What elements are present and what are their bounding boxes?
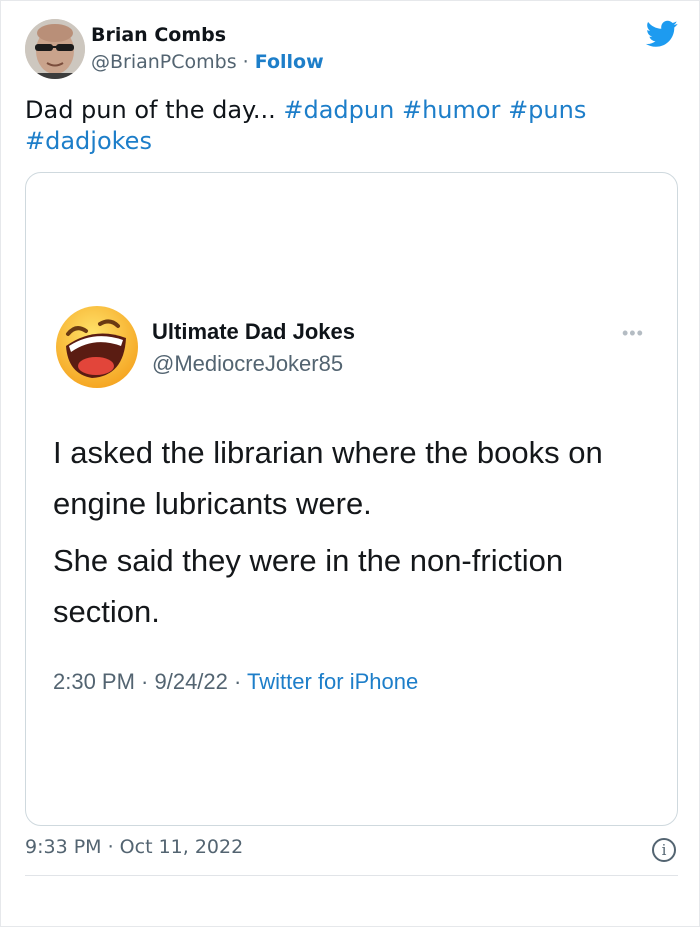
author-avatar[interactable]: [25, 19, 85, 79]
hashtag-dadpun[interactable]: #dadpun: [283, 96, 394, 124]
embedded-tweet-meta: 2:30 PM · 9/24/22 · Twitter for iPhone: [53, 669, 418, 695]
embedded-source: Twitter for iPhone: [247, 669, 419, 694]
info-icon[interactable]: i: [652, 838, 676, 862]
embedded-tweet-image[interactable]: Ultimate Dad Jokes @MediocreJoker85 ••• …: [25, 172, 678, 826]
author-name[interactable]: Brian Combs: [91, 24, 226, 46]
tweet-timestamp[interactable]: 9:33 PM · Oct 11, 2022: [25, 836, 243, 858]
divider: [25, 875, 678, 876]
hashtag-puns[interactable]: #puns: [508, 96, 586, 124]
embedded-tweet-text: I asked the librarian where the books on…: [53, 427, 653, 643]
more-options-icon: •••: [622, 323, 644, 343]
embedded-paragraph-2: She said they were in the non-friction s…: [53, 543, 564, 629]
embedded-time: 2:30 PM · 9/24/22 ·: [53, 669, 248, 694]
embedded-paragraph-1: I asked the librarian where the books on…: [53, 435, 603, 521]
author-meta: @BrianPCombs · Follow: [91, 51, 324, 73]
embedded-author-handle: @MediocreJoker85: [152, 351, 344, 376]
author-handle[interactable]: @BrianPCombs: [91, 51, 237, 73]
author-photo: [25, 19, 85, 79]
laughing-emoji-icon: [56, 306, 138, 388]
hashtag-humor[interactable]: #humor: [402, 96, 500, 124]
embedded-author-name: Ultimate Dad Jokes: [152, 319, 355, 344]
follow-button[interactable]: Follow: [255, 51, 324, 73]
tweet-text: Dad pun of the day... #dadpun #humor #pu…: [25, 95, 665, 157]
tweet-card: Brian Combs @BrianPCombs · Follow Dad pu…: [0, 0, 700, 927]
twitter-bird-icon[interactable]: [646, 19, 678, 49]
meta-separator: ·: [236, 51, 255, 73]
tweet-text-prefix: Dad pun of the day...: [25, 96, 284, 124]
hashtag-dadjokes[interactable]: #dadjokes: [25, 127, 152, 155]
